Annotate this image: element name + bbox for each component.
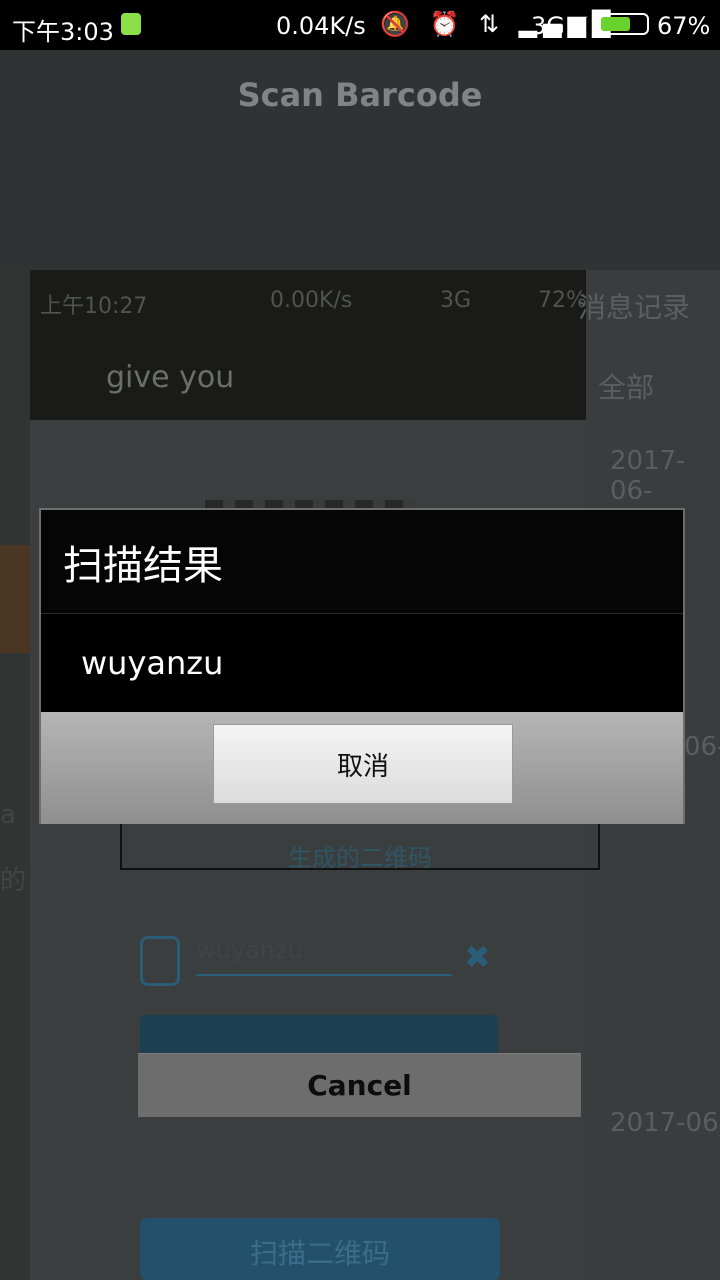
photo-left-text-2: 的 [0,866,27,896]
battery-icon [597,13,649,35]
dialog-title: 扫描结果 [41,510,683,614]
photo-right-date-2: 06- [684,732,720,762]
qr-caption: 生成的二维码 [288,844,432,872]
photo-scan-button: 扫描二维码 [140,1218,500,1280]
photo-generate-button [140,1015,498,1055]
scanner-title: Scan Barcode [237,76,483,114]
clear-icon: ✖ [464,938,491,976]
photo-phone-time: 上午10:27 [40,294,148,319]
battery-fill [601,17,630,31]
photo-right-date-3: 2017-06 [610,1108,719,1138]
photo-scan-label: 扫描二维码 [249,1237,390,1270]
dialog-footer: 取消 [41,712,683,824]
status-time: 下午3:03 [12,18,114,46]
photo-right-tab: 全部 [598,371,655,404]
dialog-message: wuyanzu [41,614,683,712]
network-type: 3G ⚡ [531,12,590,40]
notification-icon [121,13,141,35]
battery-percent: 67% [657,12,711,40]
photo-input-field: wuyanzu [196,936,452,976]
photo-phone-net: 3G [440,288,472,313]
photo-left-text-1: a [0,800,16,830]
dialog-cancel-button[interactable]: 取消 [213,724,513,804]
photo-phone-speed: 0.00K/s [270,288,353,313]
photo-phone-header: 上午10:27 0.00K/s 3G 72% give you [30,270,587,420]
network-speed: 0.04K/s [276,12,366,40]
status-bar: 下午3:03 0.04K/s 🔕 ⏰ ⇅ ▂▄▆█ 3G ⚡ 67% [0,0,720,50]
photo-left-badge [0,545,30,653]
lock-icon [140,936,180,986]
photo-right-title: 消息记录 [578,291,691,324]
scan-result-dialog: 扫描结果 wuyanzu 取消 [39,508,685,824]
photo-chat-name: give you [106,360,235,395]
photo-right-date: 2017-06- [610,446,686,506]
cancel-scan-button[interactable]: Cancel [138,1053,581,1117]
